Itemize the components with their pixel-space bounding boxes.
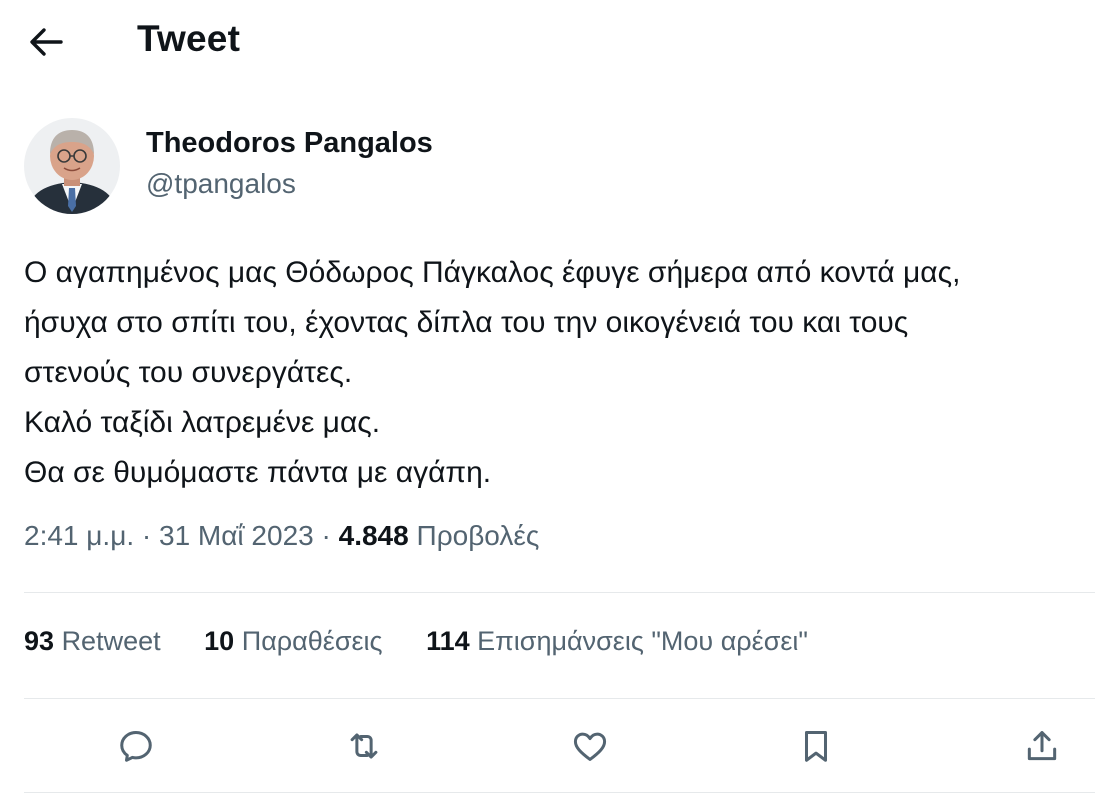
heart-icon [573, 732, 607, 761]
retweet-count: 93 [24, 626, 55, 656]
quote-label: Παραθέσεις [241, 626, 383, 656]
meta-separator: · [141, 520, 152, 551]
share-button[interactable] [1014, 718, 1070, 774]
share-icon [1027, 731, 1057, 761]
tweet-date[interactable]: 31 Μαΐ 2023 [159, 520, 314, 551]
action-bar [0, 718, 1095, 774]
back-button[interactable] [24, 22, 68, 62]
like-label: Επισημάνσεις "Μου αρέσει" [477, 626, 808, 656]
author-handle[interactable]: @tpangalos [146, 168, 296, 200]
reply-button[interactable] [108, 718, 164, 774]
retweet-icon [350, 733, 378, 759]
tweet-meta: 2:41 μ.μ. · 31 Μαΐ 2023 · 4.848 Προβολές [24, 520, 539, 552]
bookmark-button[interactable] [788, 718, 844, 774]
author-display-name[interactable]: Theodoros Pangalos [146, 127, 433, 160]
meta-separator: · [321, 520, 331, 551]
page-title: Tweet [137, 18, 241, 59]
retweet-button[interactable] [336, 718, 392, 774]
engagement-stats: 93 Retweet 10 Παραθέσεις 114 Επισημάνσει… [24, 626, 844, 657]
views-count: 4.848 [338, 520, 409, 551]
header: Tweet [0, 0, 1095, 90]
like-stat[interactable]: 114 Επισημάνσεις "Μου αρέσει" [426, 626, 808, 657]
retweet-label: Retweet [61, 626, 161, 656]
reply-icon [120, 731, 152, 762]
like-button[interactable] [562, 718, 618, 774]
tweet-text: Ο αγαπημένος μας Θόδωρος Πάγκαλος έφυγε … [24, 256, 961, 489]
arrow-left-icon [30, 28, 63, 56]
quote-count: 10 [204, 626, 235, 656]
like-count: 114 [426, 626, 470, 656]
avatar[interactable] [24, 118, 120, 214]
avatar-image [24, 118, 120, 214]
divider [24, 698, 1095, 699]
retweet-stat[interactable]: 93 Retweet [24, 626, 161, 657]
divider [24, 792, 1095, 793]
bookmark-icon [804, 731, 828, 762]
tweet-time[interactable]: 2:41 μ.μ. [24, 520, 134, 551]
views-label: Προβολές [416, 520, 540, 551]
divider [24, 592, 1095, 593]
tweet-page: Tweet Theodoros Pangalos @tpangalos Ο αγ… [0, 0, 1095, 799]
quote-stat[interactable]: 10 Παραθέσεις [204, 626, 382, 657]
